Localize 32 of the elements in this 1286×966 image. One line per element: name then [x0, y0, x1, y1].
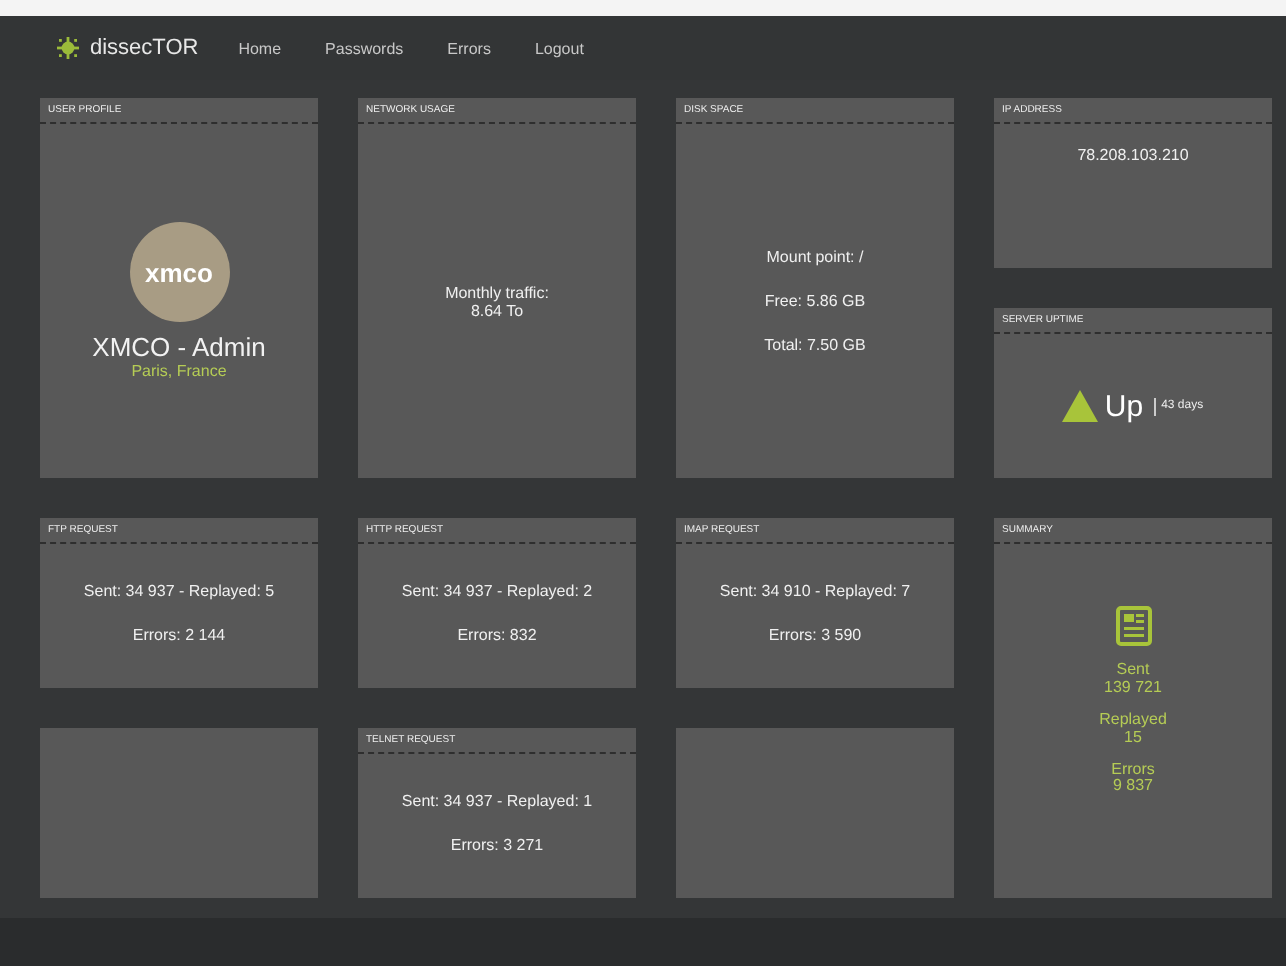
nav-link[interactable]: Home [238, 39, 282, 57]
stat-text: 8.64 To [470, 301, 524, 319]
stat-text: Errors: 2 144 [132, 625, 226, 643]
stat-text: Sent: 34 937 - Replayed: 5 [83, 581, 275, 599]
stat-text: Monthly traffic: [445, 283, 549, 301]
user-name: XMCO - Admin [92, 332, 266, 362]
nav-link[interactable]: Passwords [325, 39, 404, 57]
user-location: Paris, France [131, 362, 227, 380]
summary-value: 139 721 [1104, 679, 1162, 697]
stat-text: Free: 5.86 GB [764, 292, 866, 310]
stat-text: Total: 7.50 GB [764, 336, 866, 354]
stat-text: Errors: 3 271 [450, 835, 544, 853]
summary-label: Replayed [1099, 712, 1167, 729]
stat-text: Mount point: / [766, 248, 864, 266]
uptime-status: Up [1104, 389, 1144, 423]
nav-link[interactable]: Errors [447, 39, 491, 57]
stat-text: Sent: 34 937 - Replayed: 1 [401, 791, 593, 809]
bug-icon [56, 36, 80, 60]
summary-label: Errors [1111, 761, 1155, 778]
stat-text: Sent: 34 937 - Replayed: 2 [401, 581, 593, 599]
stat-text: Errors: 3 590 [768, 625, 862, 643]
up-triangle-icon [1062, 390, 1099, 422]
summary-value: 9 837 [1112, 778, 1154, 796]
ip-address: 78.208.103.210 [1077, 145, 1189, 163]
brand-name[interactable]: dissecTOR [90, 36, 199, 60]
stat-text: Sent: 34 910 - Replayed: 7 [719, 581, 911, 599]
nav-link[interactable]: Logout [534, 39, 584, 57]
newspaper-icon [1115, 606, 1151, 647]
summary-value: 15 [1124, 729, 1142, 746]
stat-text: Errors: 832 [457, 625, 537, 643]
logo-text: xmco [145, 257, 213, 287]
summary-label: Sent [1116, 662, 1150, 680]
